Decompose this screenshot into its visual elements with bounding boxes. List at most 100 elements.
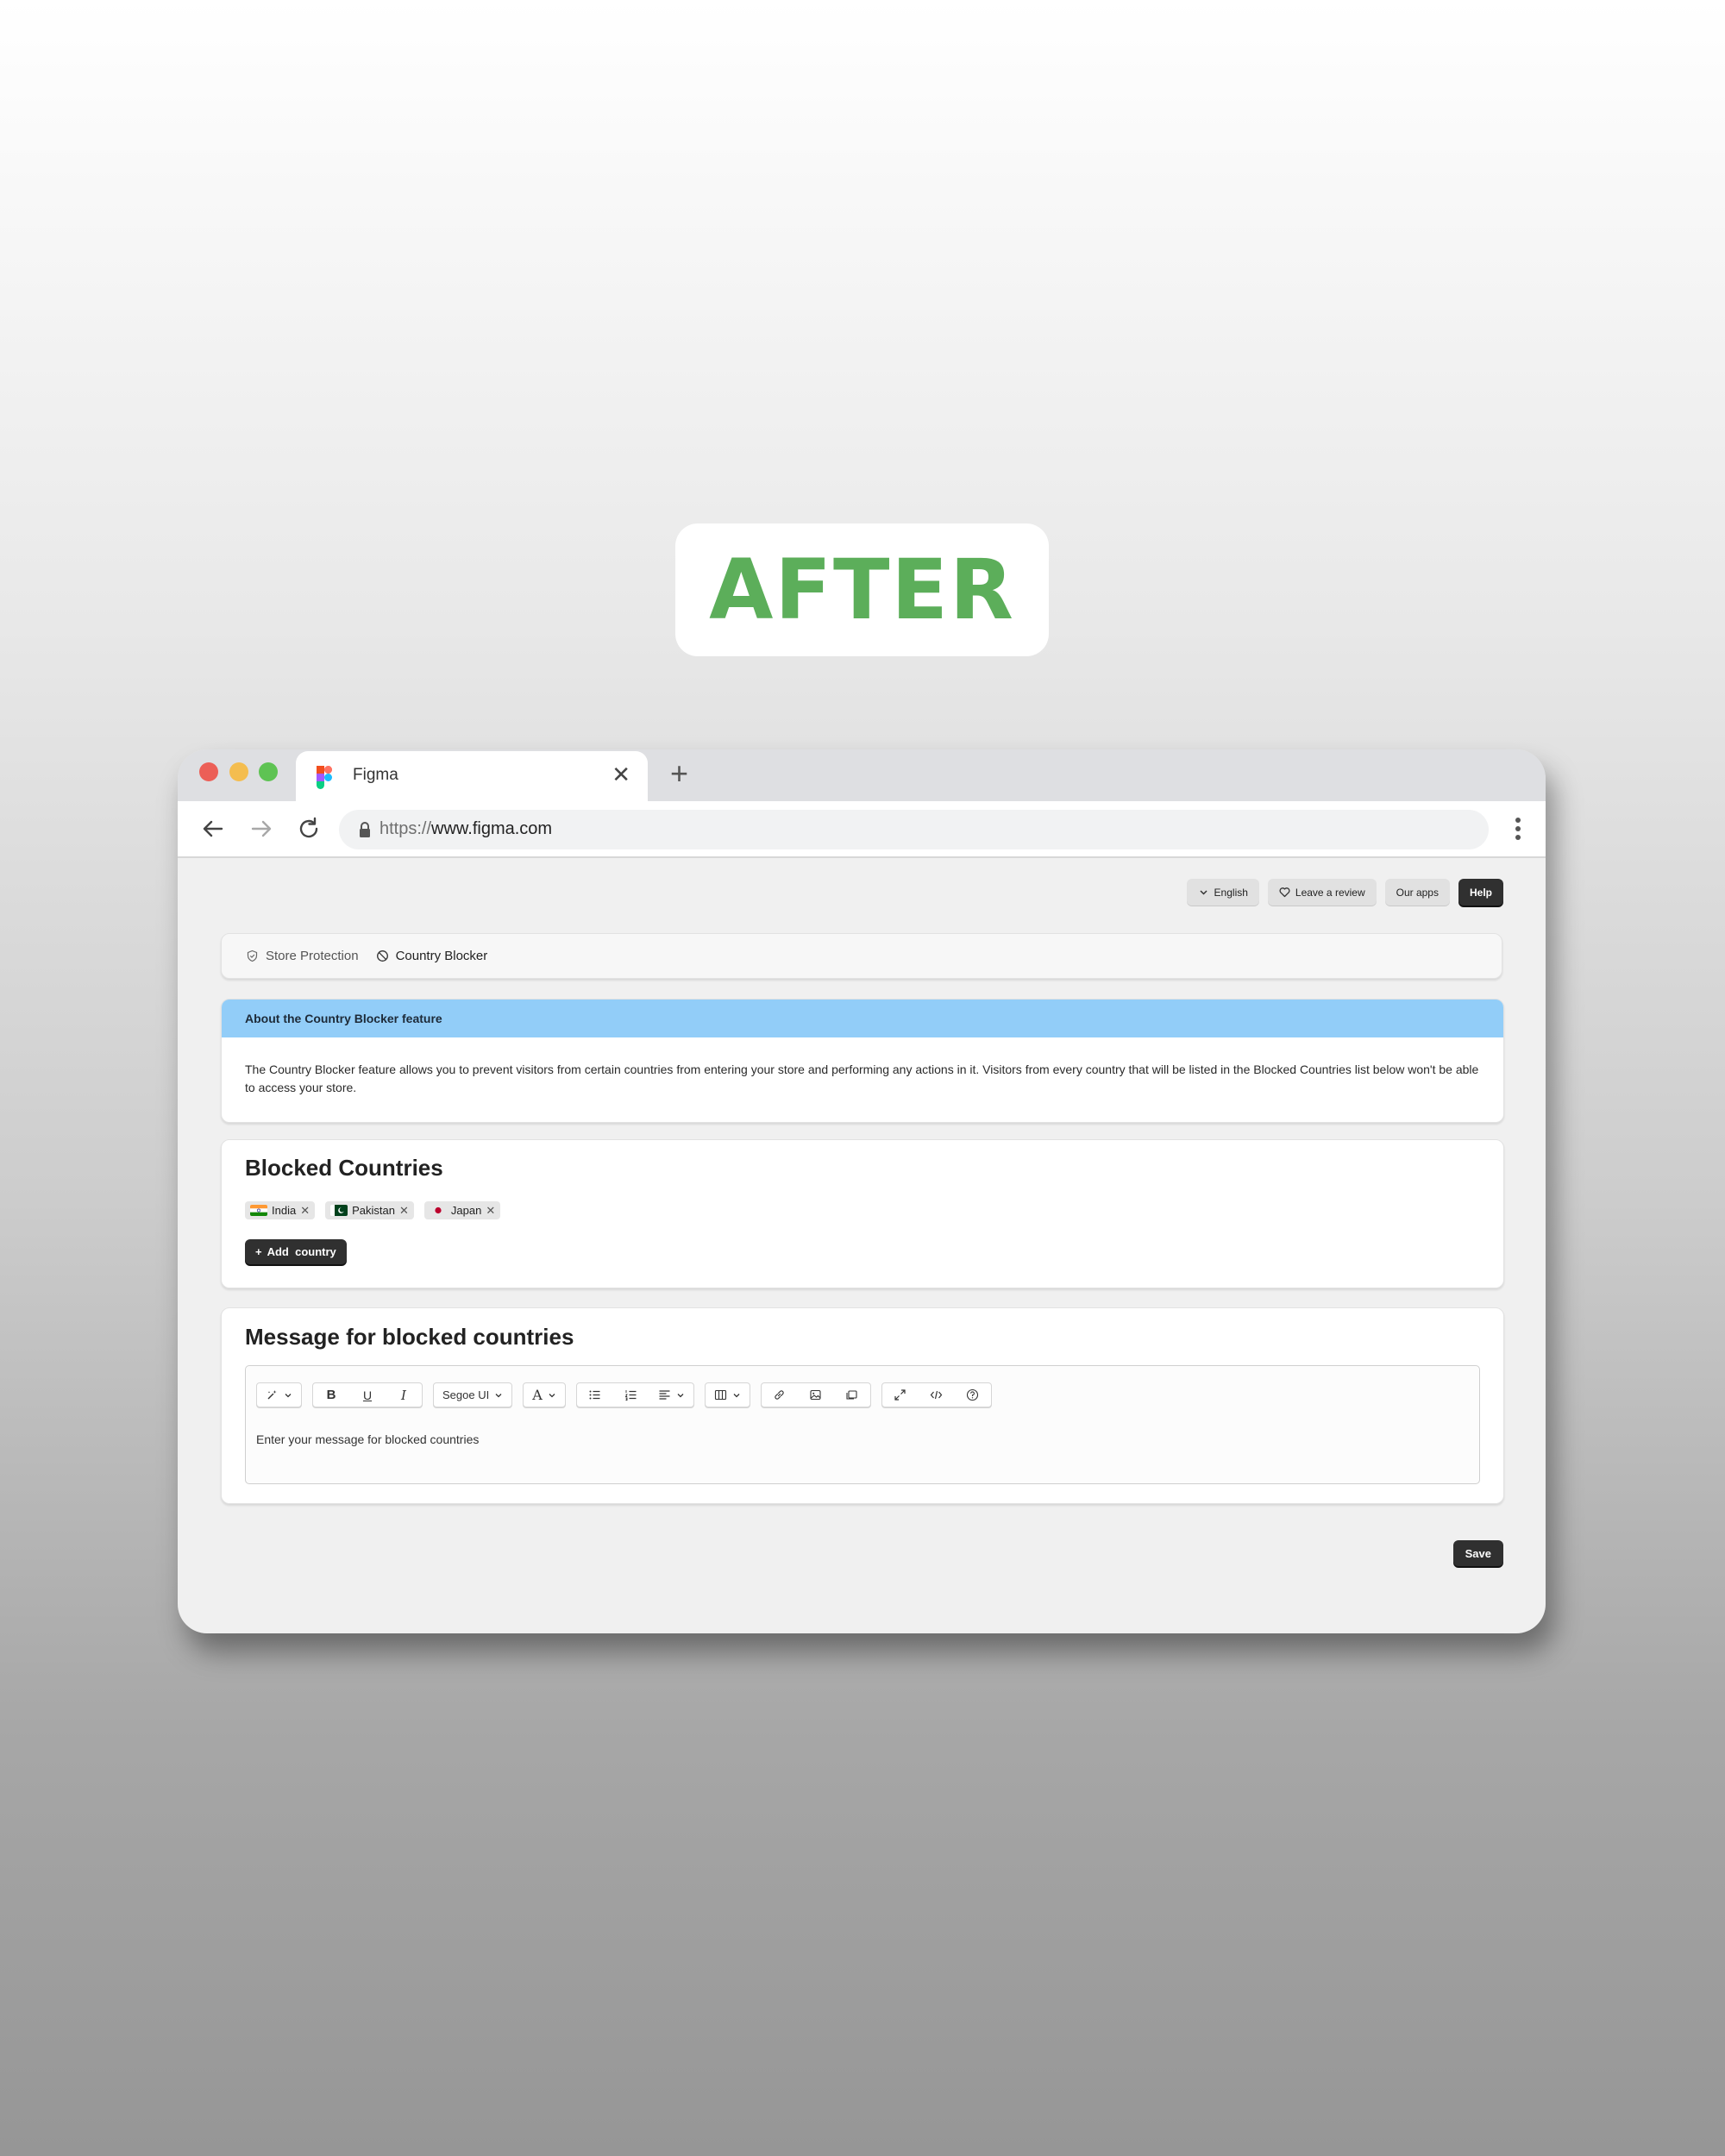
breadcrumb-label: Country Blocker (395, 949, 488, 963)
fullscreen-button[interactable] (882, 1383, 919, 1407)
app-content: English Leave a review Our apps Help Sto… (178, 856, 1546, 1633)
figma-logo-icon (317, 766, 332, 789)
code-view-button[interactable] (919, 1383, 955, 1407)
expand-icon (894, 1389, 906, 1401)
header-actions: English Leave a review Our apps Help (1186, 879, 1503, 906)
font-size-icon: A (532, 1387, 543, 1403)
minimize-window-button[interactable] (229, 762, 248, 781)
chevron-down-icon (285, 1393, 292, 1397)
block-icon (376, 950, 388, 962)
shield-icon (247, 950, 258, 962)
india-flag-icon (250, 1205, 267, 1216)
magic-wand-icon (267, 1390, 277, 1400)
kebab-menu-icon[interactable] (1515, 816, 1521, 842)
breadcrumb: Store Protection Country Blocker (221, 933, 1502, 979)
save-button[interactable]: Save (1452, 1540, 1503, 1566)
browser-tab[interactable]: Figma ✕ (296, 751, 648, 801)
browser-window: Figma ✕ + https://www.figma.com English … (178, 749, 1546, 1633)
blocked-countries-title: Blocked Countries (245, 1155, 443, 1181)
align-select[interactable] (649, 1383, 693, 1407)
maximize-window-button[interactable] (259, 762, 278, 781)
bullet-list-button[interactable] (577, 1383, 613, 1407)
code-icon (930, 1390, 943, 1400)
country-chip-japan: Japan ✕ (423, 1201, 501, 1219)
tab-title: Figma (353, 766, 398, 784)
table-icon (714, 1389, 726, 1401)
editor-placeholder: Enter your message for blocked countries (256, 1432, 480, 1446)
remove-country-icon[interactable]: ✕ (300, 1204, 310, 1218)
add-country-button[interactable]: + Add country (245, 1239, 347, 1264)
editor-group-font: Segoe UI (433, 1382, 513, 1407)
pakistan-flag-icon (330, 1205, 348, 1216)
message-card: Message for blocked countries B U I Sego… (221, 1307, 1504, 1504)
country-name: Japan (450, 1204, 482, 1217)
title-bar: Figma ✕ + (178, 749, 1546, 801)
image-button[interactable] (798, 1383, 834, 1407)
heart-icon (1279, 887, 1290, 898)
chevron-down-icon (495, 1393, 502, 1397)
about-description: The Country Blocker feature allows you t… (245, 1062, 1479, 1094)
reload-icon[interactable] (296, 816, 322, 842)
underline-icon: U (362, 1388, 373, 1402)
apps-label: Our apps (1396, 886, 1439, 899)
blocked-countries-card: Blocked Countries India ✕ Pakistan ✕ Jap… (221, 1139, 1504, 1288)
add-country-label: Add country (267, 1245, 336, 1258)
our-apps-button[interactable]: Our apps (1384, 879, 1450, 906)
language-button[interactable]: English (1186, 879, 1259, 906)
message-editor[interactable]: B U I Segoe UI A Enter your message for … (245, 1365, 1480, 1484)
video-button[interactable] (834, 1383, 870, 1407)
table-select[interactable] (706, 1383, 750, 1407)
editor-group-table (704, 1382, 750, 1407)
font-family-select[interactable]: Segoe UI (434, 1383, 511, 1407)
editor-group-format: B U I (312, 1382, 423, 1407)
bold-button[interactable]: B (313, 1383, 349, 1407)
breadcrumb-country-blocker[interactable]: Country Blocker (376, 949, 488, 963)
address-bar[interactable]: https://www.figma.com (339, 810, 1489, 849)
remove-country-icon[interactable]: ✕ (486, 1204, 495, 1218)
url-text: https://www.figma.com (380, 819, 553, 838)
country-chip-pakistan: Pakistan ✕ (325, 1201, 414, 1219)
country-chip-india: India ✕ (245, 1201, 316, 1219)
remove-country-icon[interactable]: ✕ (399, 1204, 409, 1218)
country-name: India (272, 1204, 297, 1217)
font-size-select[interactable]: A (524, 1383, 565, 1407)
browser-toolbar: https://www.figma.com (178, 801, 1546, 858)
image-icon (810, 1389, 821, 1401)
leave-review-button[interactable]: Leave a review (1267, 879, 1377, 906)
italic-icon: I (401, 1387, 406, 1403)
font-family-value: Segoe UI (442, 1388, 490, 1401)
video-icon (846, 1390, 857, 1400)
breadcrumb-store-protection[interactable]: Store Protection (246, 949, 359, 963)
link-button[interactable] (762, 1383, 798, 1407)
help-button[interactable]: Help (1458, 879, 1503, 906)
chevron-down-icon (677, 1393, 684, 1397)
forward-arrow-icon[interactable] (248, 816, 274, 842)
message-title: Message for blocked countries (245, 1324, 574, 1350)
bullet-list-icon (589, 1390, 600, 1400)
underline-button[interactable]: U (349, 1383, 386, 1407)
plus-icon: + (255, 1245, 262, 1258)
chevron-down-icon (1200, 890, 1208, 895)
japan-flag-icon (429, 1205, 447, 1216)
plus-icon[interactable]: + (670, 758, 688, 789)
editor-group-insert (760, 1382, 871, 1407)
close-window-button[interactable] (199, 762, 218, 781)
help-button-editor[interactable] (955, 1383, 991, 1407)
question-icon (967, 1388, 979, 1401)
magic-wand-button[interactable] (257, 1383, 301, 1407)
align-left-icon (659, 1390, 670, 1400)
numbered-list-button[interactable] (613, 1383, 649, 1407)
country-name: Pakistan (352, 1204, 395, 1217)
language-label: English (1214, 886, 1248, 899)
help-label: Help (1469, 886, 1492, 899)
editor-group-view (881, 1382, 992, 1407)
about-card: About the Country Blocker feature The Co… (221, 999, 1504, 1123)
italic-button[interactable]: I (386, 1383, 422, 1407)
chevron-down-icon (733, 1393, 740, 1397)
lock-icon (360, 822, 370, 837)
editor-group-fontsize: A (523, 1382, 566, 1407)
back-arrow-icon[interactable] (200, 816, 226, 842)
review-label: Leave a review (1295, 886, 1365, 899)
close-icon[interactable]: ✕ (612, 763, 630, 786)
editor-group-magic (256, 1382, 302, 1407)
